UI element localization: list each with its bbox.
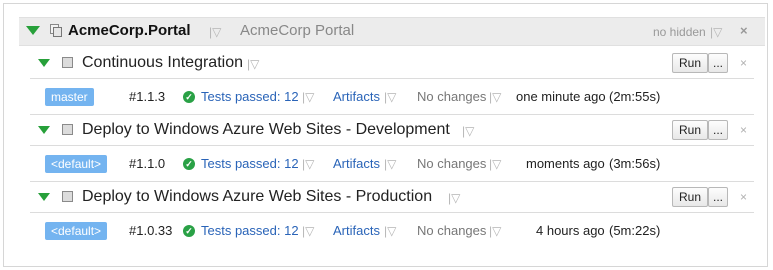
collapse-triangle-icon[interactable] [38, 126, 50, 134]
collapse-triangle-icon[interactable] [38, 193, 50, 201]
artifacts-link[interactable]: Artifacts [333, 156, 380, 171]
artifacts-link[interactable]: Artifacts [333, 223, 380, 238]
run-button[interactable]: Run [672, 53, 708, 73]
status-dropdown-icon[interactable]: |▽ [302, 224, 314, 238]
build-number[interactable]: #1.0.33 [129, 223, 172, 238]
divider [30, 145, 754, 146]
run-options-button[interactable]: ... [708, 187, 728, 207]
hidden-dropdown-icon[interactable]: |▽ [710, 25, 722, 39]
config-title[interactable]: Deploy to Windows Azure Web Sites - Prod… [82, 188, 432, 206]
success-check-icon: ✓ [183, 91, 195, 103]
run-options-button[interactable]: ... [708, 53, 728, 73]
changes-dropdown-icon[interactable]: |▽ [489, 224, 501, 238]
branch-badge[interactable]: <default> [45, 222, 108, 240]
divider [30, 212, 754, 213]
run-button[interactable]: Run [672, 120, 708, 140]
remove-config-icon[interactable]: × [740, 56, 747, 70]
build-config-icon [62, 57, 73, 68]
divider [30, 181, 754, 182]
build-time: moments ago [526, 156, 605, 171]
build-status-link[interactable]: Tests passed: 12 [201, 89, 299, 104]
config-title[interactable]: Deploy to Windows Azure Web Sites - Deve… [82, 121, 450, 139]
branch-badge[interactable]: master [45, 88, 94, 106]
build-duration: (2m:55s) [609, 89, 661, 104]
config-dropdown-icon[interactable]: |▽ [462, 124, 474, 138]
artifacts-dropdown-icon[interactable]: |▽ [384, 157, 396, 171]
config-title[interactable]: Continuous Integration [82, 54, 243, 72]
status-dropdown-icon[interactable]: |▽ [302, 90, 314, 104]
build-time: 4 hours ago [536, 223, 605, 238]
build-number[interactable]: #1.1.3 [129, 89, 165, 104]
changes-dropdown-icon[interactable]: |▽ [489, 90, 501, 104]
divider [30, 78, 754, 79]
artifacts-link[interactable]: Artifacts [333, 89, 380, 104]
build-time: one minute ago [516, 89, 606, 104]
success-check-icon: ✓ [183, 158, 195, 170]
artifacts-dropdown-icon[interactable]: |▽ [384, 224, 396, 238]
hidden-configs-label[interactable]: no hidden [653, 25, 706, 39]
changes-text[interactable]: No changes [417, 156, 486, 171]
project-icon [50, 24, 62, 37]
status-dropdown-icon[interactable]: |▽ [302, 157, 314, 171]
build-duration: (5m:22s) [609, 223, 661, 238]
build-duration: (3m:56s) [609, 156, 661, 171]
run-button[interactable]: Run [672, 187, 708, 207]
branch-badge[interactable]: <default> [45, 155, 108, 173]
collapse-triangle-icon[interactable] [38, 59, 50, 67]
build-status-link[interactable]: Tests passed: 12 [201, 223, 299, 238]
success-check-icon: ✓ [183, 225, 195, 237]
close-icon[interactable]: × [740, 23, 748, 38]
build-config-icon [62, 191, 73, 202]
config-dropdown-icon[interactable]: |▽ [448, 191, 460, 205]
remove-config-icon[interactable]: × [740, 123, 747, 137]
artifacts-dropdown-icon[interactable]: |▽ [384, 90, 396, 104]
build-status-link[interactable]: Tests passed: 12 [201, 156, 299, 171]
build-config-icon [62, 124, 73, 135]
collapse-triangle-icon[interactable] [26, 26, 40, 35]
changes-dropdown-icon[interactable]: |▽ [489, 157, 501, 171]
project-name[interactable]: AcmeCorp.Portal [68, 22, 191, 39]
build-number[interactable]: #1.1.0 [129, 156, 165, 171]
divider [30, 114, 754, 115]
project-description: AcmeCorp Portal [240, 22, 355, 39]
changes-text[interactable]: No changes [417, 223, 486, 238]
project-dropdown-icon[interactable]: |▽ [209, 25, 221, 39]
changes-text[interactable]: No changes [417, 89, 486, 104]
run-options-button[interactable]: ... [708, 120, 728, 140]
config-dropdown-icon[interactable]: |▽ [247, 57, 259, 71]
remove-config-icon[interactable]: × [740, 190, 747, 204]
